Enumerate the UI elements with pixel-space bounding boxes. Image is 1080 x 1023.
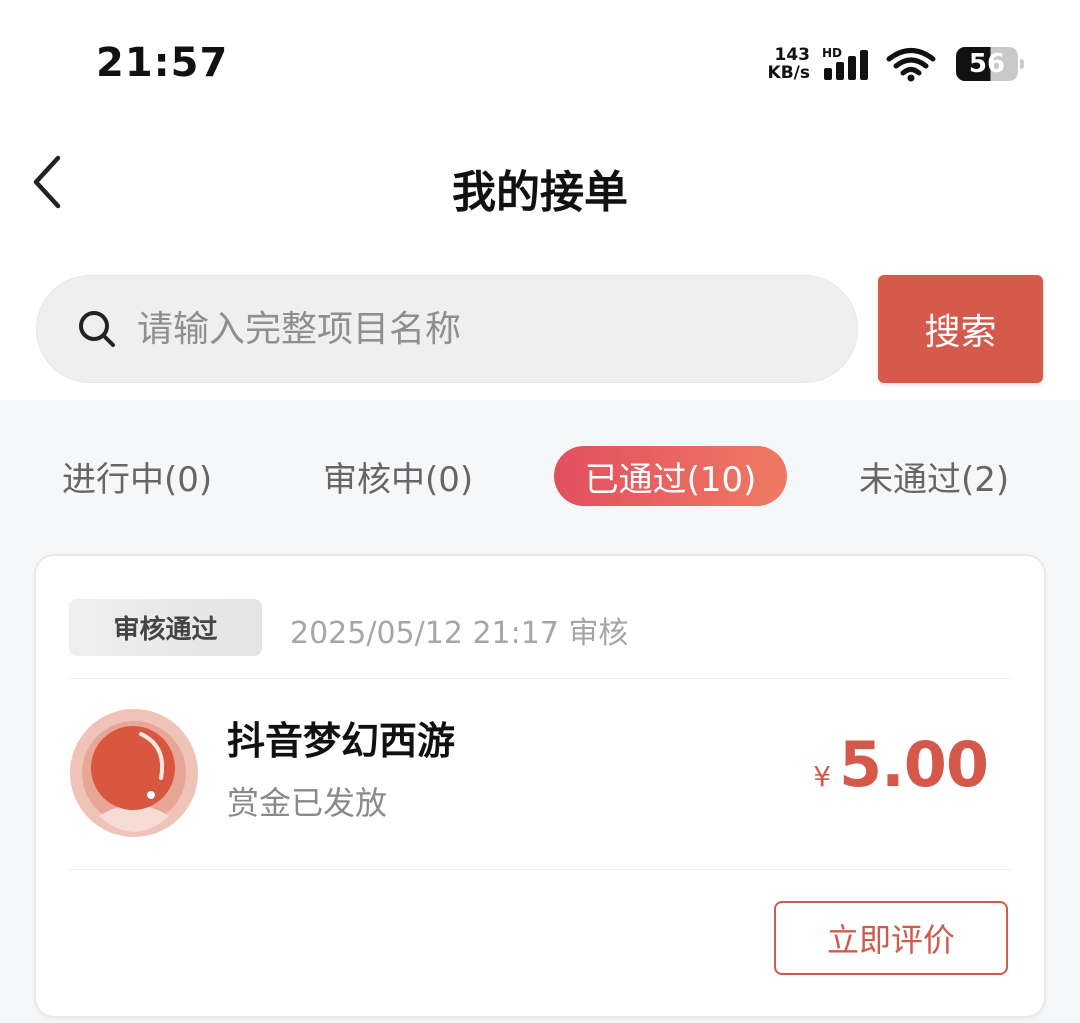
search-box[interactable] — [36, 275, 858, 383]
signal-bar — [860, 50, 868, 80]
rate-now-button[interactable]: 立即评价 — [774, 901, 1008, 975]
search-icon — [79, 311, 115, 347]
tab-rejected[interactable]: 未通过(2) — [859, 446, 1009, 506]
search-input[interactable] — [137, 308, 777, 350]
currency-symbol: ¥ — [813, 760, 832, 793]
tab-approved[interactable]: 已通过(10) — [554, 446, 787, 506]
status-icons: 143 KB/s HD 56 — [768, 44, 1024, 84]
signal-hd-label: HD — [822, 46, 843, 60]
signal-icon: HD — [822, 46, 874, 82]
signal-bar — [848, 56, 856, 80]
project-name: 抖音梦幻西游 — [227, 719, 456, 763]
app-screen: 21:57 143 KB/s HD 56 我的接单 请输入完整项目名称 搜索 进… — [0, 0, 1080, 1023]
review-time: 2025/05/12 21:17 审核 — [290, 616, 629, 651]
search-button[interactable]: 搜索 — [878, 275, 1043, 383]
reward-price: ¥ 5.00 — [813, 728, 989, 801]
network-speed-value: 143 — [774, 45, 811, 65]
order-card: 审核通过 2025/05/12 21:17 审核 抖音梦幻西游 赏金已发放 ¥ … — [36, 556, 1044, 1016]
network-speed: 143 KB/s — [768, 46, 810, 82]
signal-bar — [824, 68, 832, 80]
status-time: 21:57 — [96, 40, 229, 86]
tab-under-review[interactable]: 审核中(0) — [323, 446, 473, 506]
battery-icon: 56 — [956, 47, 1024, 81]
divider — [69, 869, 1011, 870]
tab-in-progress[interactable]: 进行中(0) — [62, 446, 212, 506]
reward-amount: 5.00 — [839, 728, 989, 801]
project-status: 赏金已发放 — [227, 784, 388, 822]
battery-level: 56 — [968, 49, 1006, 79]
signal-bar — [836, 62, 844, 80]
project-logo — [70, 709, 198, 837]
divider — [69, 678, 1011, 679]
status-badge: 审核通过 — [69, 599, 262, 656]
network-speed-unit: KB/s — [767, 63, 810, 83]
page-title: 我的接单 — [452, 167, 628, 218]
wifi-icon — [886, 48, 936, 82]
